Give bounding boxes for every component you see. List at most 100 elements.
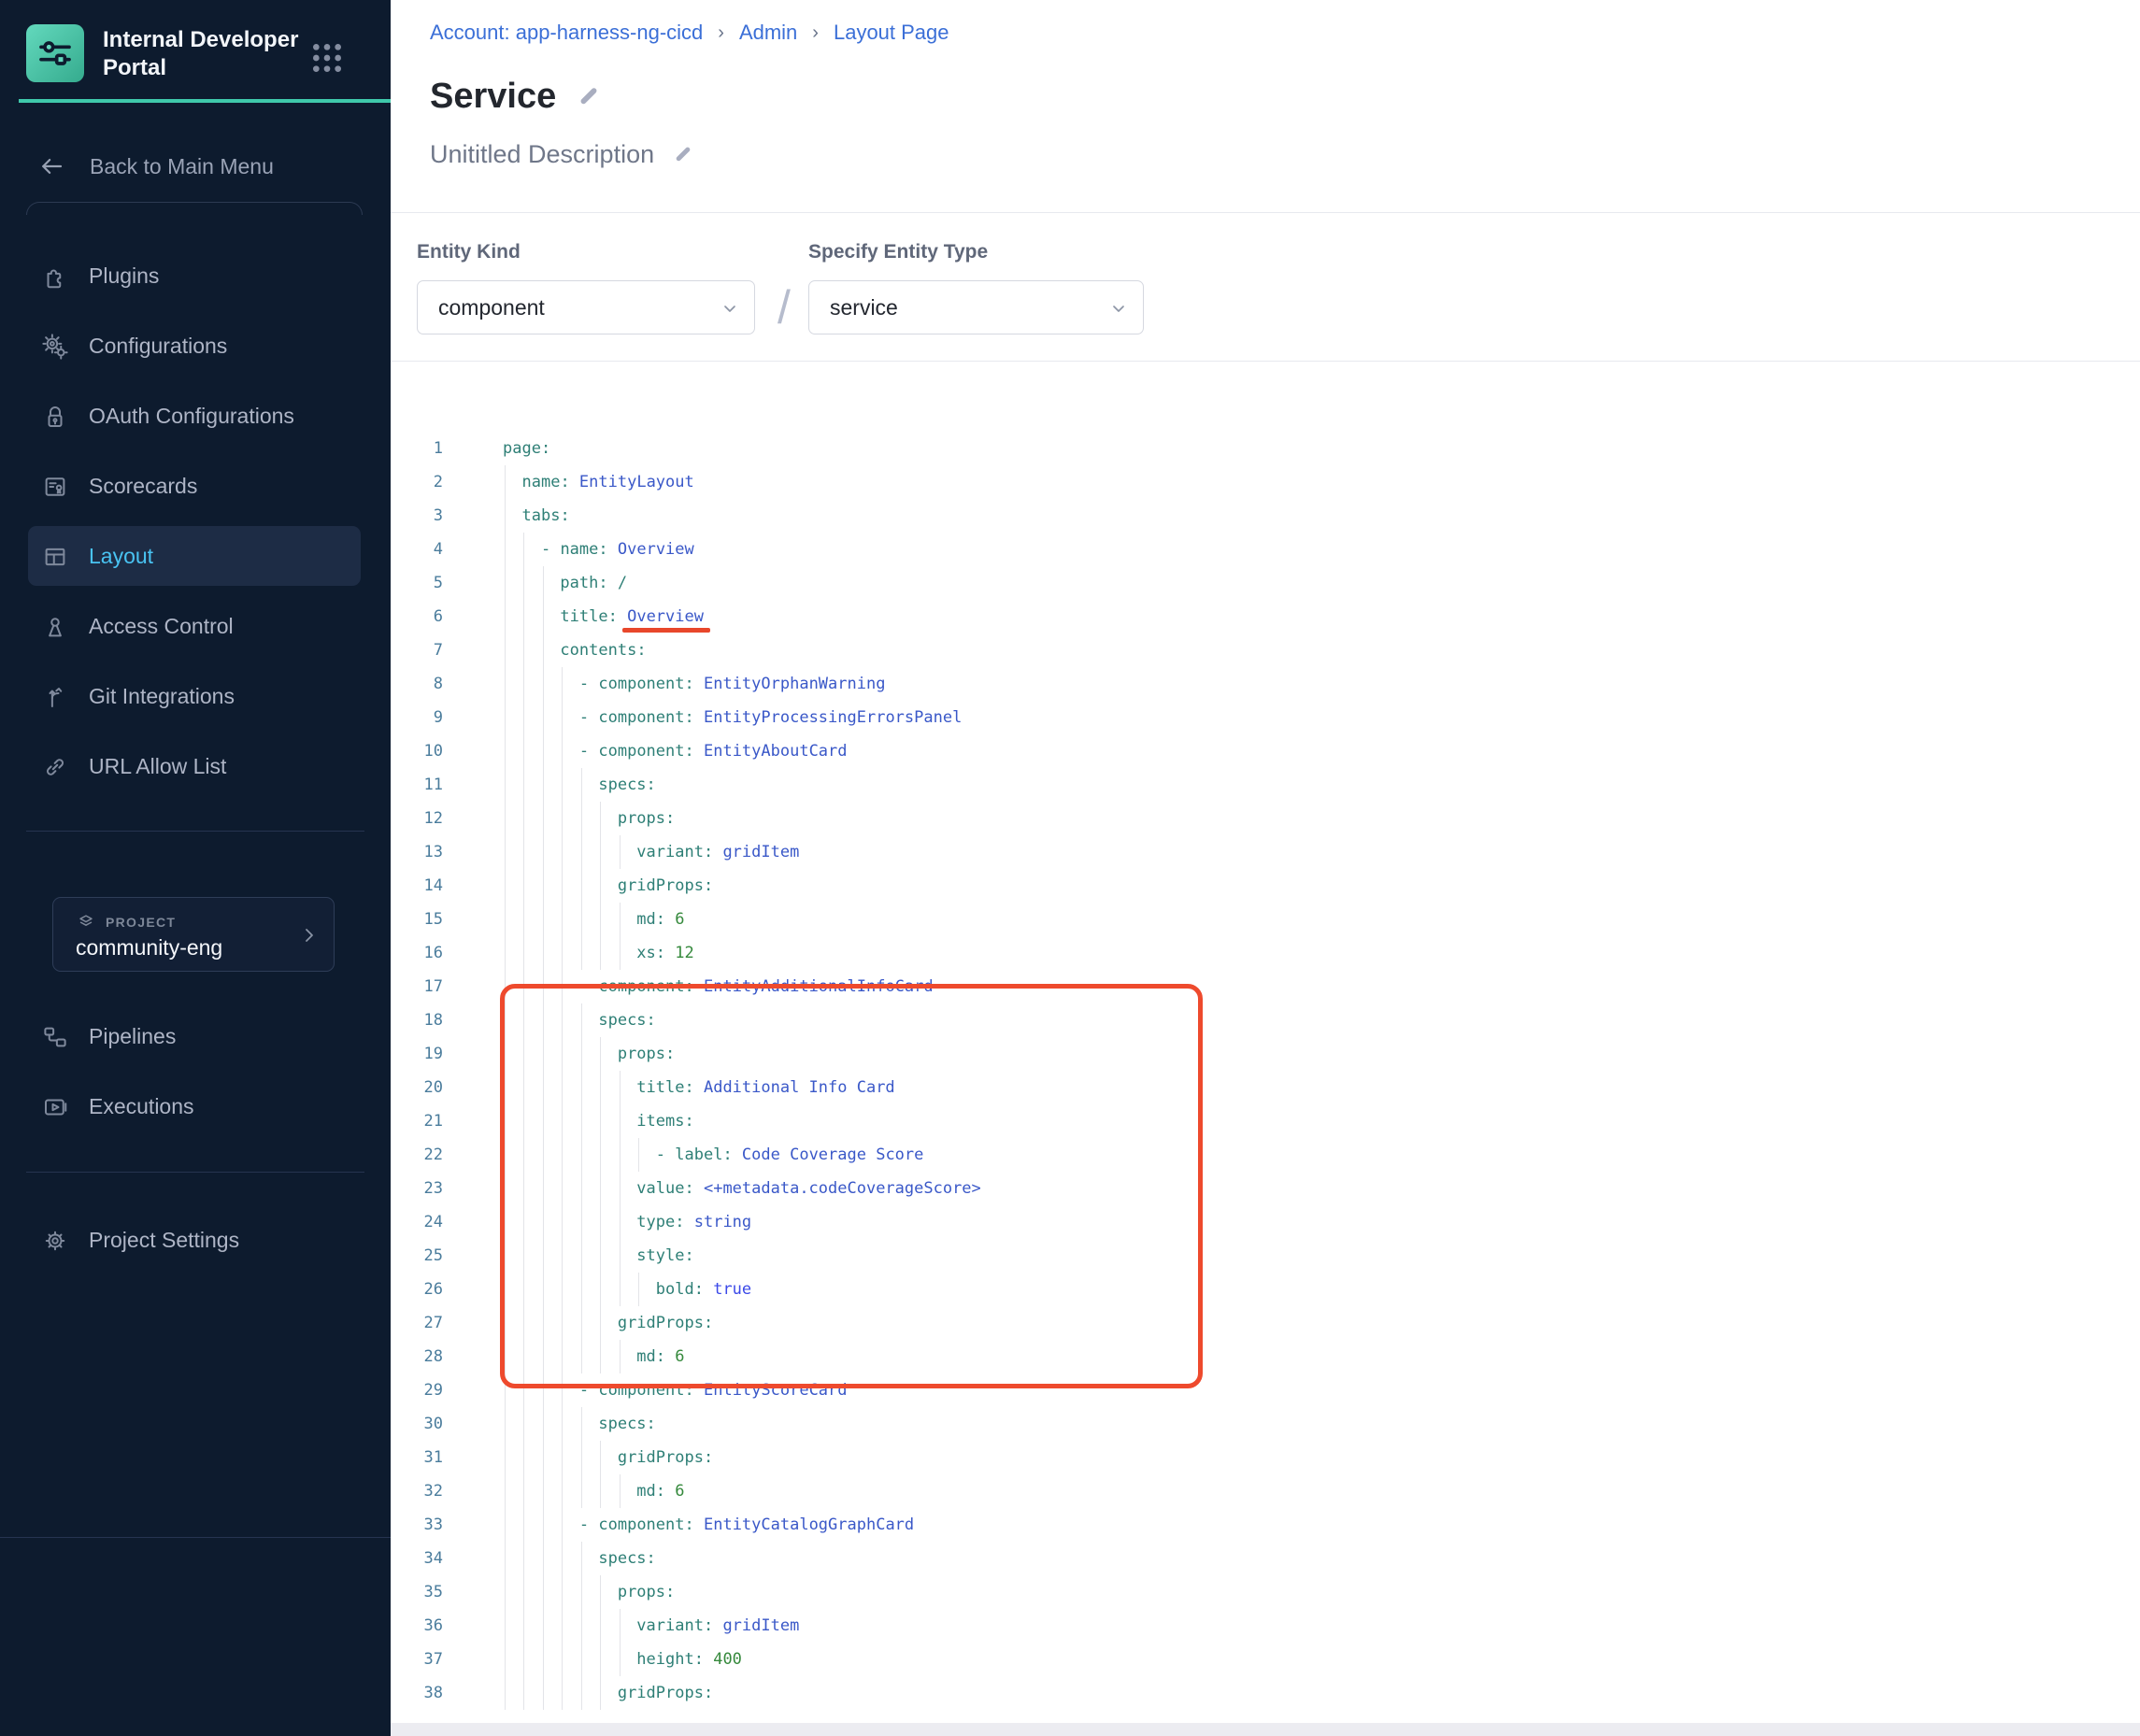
entity-kind-label: Entity Kind — [417, 241, 521, 263]
edit-title-pencil-icon[interactable] — [575, 83, 603, 111]
sidebar-item-scorecards[interactable]: Scorecards — [0, 451, 391, 521]
sidebar-item-git-integrations[interactable]: Git Integrations — [0, 662, 391, 732]
breadcrumb-item-account-app-harness-ng-cicd[interactable]: Account: app-harness-ng-cicd — [430, 21, 703, 45]
code-line-21[interactable]: 21 items: — [391, 1104, 2140, 1138]
code-text: items: — [503, 1104, 694, 1138]
breadcrumb-separator: › — [718, 22, 724, 44]
person-icon — [41, 613, 69, 641]
code-line-22[interactable]: 22 - label: Code Coverage Score — [391, 1138, 2140, 1172]
line-number: 36 — [391, 1609, 443, 1643]
yaml-editor[interactable]: 1page:2 name: EntityLayout3 tabs:4 - nam… — [391, 432, 2140, 1710]
code-line-7[interactable]: 7 contents: — [391, 633, 2140, 667]
code-text: gridProps: — [503, 1441, 713, 1474]
entity-kind-select[interactable]: component — [417, 280, 755, 334]
code-line-13[interactable]: 13 variant: gridItem — [391, 835, 2140, 869]
line-number: 10 — [391, 734, 443, 768]
code-line-36[interactable]: 36 variant: gridItem — [391, 1609, 2140, 1643]
code-line-19[interactable]: 19 props: — [391, 1037, 2140, 1071]
code-line-34[interactable]: 34 specs: — [391, 1542, 2140, 1575]
sidebar-item-plugins[interactable]: Plugins — [0, 241, 391, 311]
sidebar-item-executions[interactable]: Executions — [0, 1072, 391, 1142]
line-number: 33 — [391, 1508, 443, 1542]
code-text: contents: — [503, 633, 647, 667]
code-text: - label: Code Coverage Score — [503, 1138, 923, 1172]
sidebar-item-label: Configurations — [89, 334, 227, 359]
code-line-3[interactable]: 3 tabs: — [391, 499, 2140, 533]
code-line-6[interactable]: 6 title: Overview — [391, 600, 2140, 633]
sidebar-item-url-allow-list[interactable]: URL Allow List — [0, 732, 391, 802]
sidebar-item-label: OAuth Configurations — [89, 404, 294, 429]
code-text: gridProps: — [503, 1306, 713, 1340]
breadcrumb-item-layout-page[interactable]: Layout Page — [834, 21, 949, 45]
code-line-18[interactable]: 18 specs: — [391, 1003, 2140, 1037]
code-line-37[interactable]: 37 height: 400 — [391, 1643, 2140, 1676]
sidebar-item-configurations[interactable]: Configurations — [0, 311, 391, 381]
line-number: 6 — [391, 600, 443, 633]
code-line-2[interactable]: 2 name: EntityLayout — [391, 465, 2140, 499]
code-line-4[interactable]: 4 - name: Overview — [391, 533, 2140, 566]
code-text: props: — [503, 802, 675, 835]
line-number: 26 — [391, 1273, 443, 1306]
entity-type-select[interactable]: service — [808, 280, 1144, 334]
idp-logo[interactable] — [26, 24, 84, 82]
code-line-28[interactable]: 28 md: 6 — [391, 1340, 2140, 1373]
line-number: 7 — [391, 633, 443, 667]
line-number: 5 — [391, 566, 443, 600]
code-line-33[interactable]: 33 - component: EntityCatalogGraphCard — [391, 1508, 2140, 1542]
code-line-26[interactable]: 26 bold: true — [391, 1273, 2140, 1306]
sidebar-item-project-settings[interactable]: Project Settings — [0, 1205, 391, 1275]
line-number: 17 — [391, 970, 443, 1003]
scorecard-icon — [41, 473, 69, 501]
sidebar-item-access-control[interactable]: Access Control — [0, 591, 391, 662]
code-line-38[interactable]: 38 gridProps: — [391, 1676, 2140, 1710]
line-number: 34 — [391, 1542, 443, 1575]
code-line-15[interactable]: 15 md: 6 — [391, 903, 2140, 936]
code-line-30[interactable]: 30 specs: — [391, 1407, 2140, 1441]
line-number: 9 — [391, 701, 443, 734]
gears-icon — [41, 333, 69, 361]
code-line-12[interactable]: 12 props: — [391, 802, 2140, 835]
entity-kind-value: component — [438, 295, 545, 320]
pipeline-icon — [41, 1023, 69, 1051]
line-number: 2 — [391, 465, 443, 499]
sidebar-item-label: URL Allow List — [89, 754, 226, 779]
code-line-10[interactable]: 10 - component: EntityAboutCard — [391, 734, 2140, 768]
line-number: 20 — [391, 1071, 443, 1104]
back-to-main-menu[interactable]: Back to Main Menu — [37, 146, 274, 187]
code-line-14[interactable]: 14 gridProps: — [391, 869, 2140, 903]
horizontal-scrollbar[interactable] — [391, 1723, 2140, 1736]
sidebar-item-pipelines[interactable]: Pipelines — [0, 1002, 391, 1072]
line-number: 37 — [391, 1643, 443, 1676]
sidebar-item-oauth-configurations[interactable]: OAuth Configurations — [0, 381, 391, 451]
code-text: xs: 12 — [503, 936, 694, 970]
code-line-25[interactable]: 25 style: — [391, 1239, 2140, 1273]
code-line-11[interactable]: 11 specs: — [391, 768, 2140, 802]
code-line-32[interactable]: 32 md: 6 — [391, 1474, 2140, 1508]
breadcrumb-item-admin[interactable]: Admin — [739, 21, 797, 45]
edit-description-pencil-icon[interactable] — [671, 143, 695, 167]
code-line-23[interactable]: 23 value: <+metadata.codeCoverageScore> — [391, 1172, 2140, 1205]
line-number: 21 — [391, 1104, 443, 1138]
code-line-31[interactable]: 31 gridProps: — [391, 1441, 2140, 1474]
code-line-29[interactable]: 29 - component: EntityScoreCard — [391, 1373, 2140, 1407]
code-line-20[interactable]: 20 title: Additional Info Card — [391, 1071, 2140, 1104]
branch-icon — [41, 683, 69, 711]
code-line-1[interactable]: 1page: — [391, 432, 2140, 465]
section-divider — [391, 361, 2140, 362]
code-line-27[interactable]: 27 gridProps: — [391, 1306, 2140, 1340]
code-line-35[interactable]: 35 props: — [391, 1575, 2140, 1609]
code-line-16[interactable]: 16 xs: 12 — [391, 936, 2140, 970]
code-line-8[interactable]: 8 - component: EntityOrphanWarning — [391, 667, 2140, 701]
sidebar-item-layout[interactable]: Layout — [0, 521, 391, 591]
entity-type-label: Specify Entity Type — [808, 241, 988, 263]
code-line-17[interactable]: 17 - component: EntityAdditionalInfoCard — [391, 970, 2140, 1003]
code-line-9[interactable]: 9 - component: EntityProcessingErrorsPan… — [391, 701, 2140, 734]
puzzle-icon — [41, 263, 69, 291]
code-line-24[interactable]: 24 type: string — [391, 1205, 2140, 1239]
sidebar-footer: ? Help DP Debabrata Panigrahi — [0, 1537, 391, 1736]
code-line-5[interactable]: 5 path: / — [391, 566, 2140, 600]
sidebar-nav-settings: Project Settings — [0, 1205, 391, 1275]
app-switcher-icon[interactable] — [308, 39, 346, 77]
project-selector[interactable]: PROJECT community-eng — [52, 897, 335, 972]
code-text: - component: EntityScoreCard — [503, 1373, 848, 1407]
